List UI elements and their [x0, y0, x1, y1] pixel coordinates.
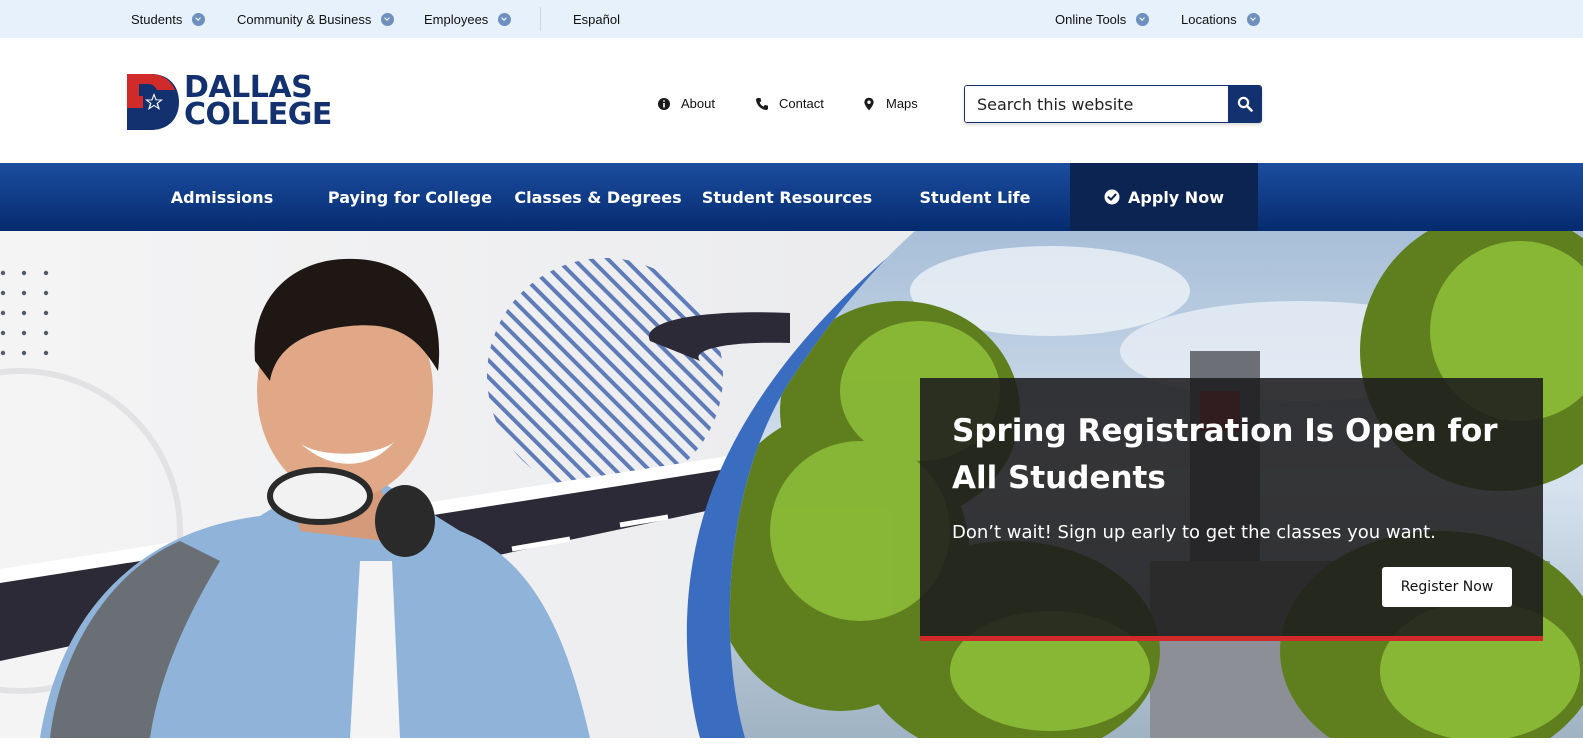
header-link-contact[interactable]: Contact [755, 96, 824, 111]
nav-item-label: Student Resources [701, 187, 873, 207]
utility-menu-community-business[interactable]: Community & Business [237, 0, 395, 38]
utility-menu-label: Locations [1181, 11, 1237, 27]
nav-item-label: Paying for College [327, 187, 493, 207]
page-bottom-strip [0, 738, 1583, 746]
hero-subtitle: Don’t wait! Sign up early to get the cla… [952, 522, 1436, 543]
language-label: Español [573, 11, 620, 27]
apply-now-button[interactable]: Apply Now [1070, 163, 1258, 231]
utility-menu-label: Community & Business [237, 11, 372, 27]
nav-item-label: Admissions [170, 187, 274, 207]
phone-icon [756, 97, 768, 110]
header-link-maps[interactable]: Maps [862, 96, 918, 111]
utility-divider [540, 7, 541, 31]
header-link-label: Contact [779, 96, 824, 111]
language-link-espanol[interactable]: Español [573, 0, 620, 38]
nav-item-label: Classes & Degrees [514, 187, 682, 207]
nav-item-student-life[interactable]: Student Life [904, 163, 1046, 231]
utility-bar: Students Community & Business Employees … [0, 0, 1583, 38]
utility-menu-label: Employees [424, 11, 489, 27]
utility-menu-students[interactable]: Students [131, 0, 206, 38]
site-search [964, 85, 1262, 123]
info-icon [658, 97, 670, 110]
logo-d-icon [127, 74, 179, 130]
nav-item-student-resources[interactable]: Student Resources [700, 163, 874, 231]
check-circle-icon [1104, 189, 1120, 205]
search-input[interactable] [965, 86, 1229, 122]
utility-menu-online-tools[interactable]: Online Tools [1055, 0, 1150, 38]
logo-wordmark: DALLAS COLLEGE [184, 73, 332, 132]
register-now-label: Register Now [1400, 579, 1494, 595]
utility-menu-locations[interactable]: Locations [1181, 0, 1260, 38]
nav-item-classes-degrees[interactable]: Classes & Degrees [514, 163, 682, 231]
nav-item-admissions[interactable]: Admissions [150, 163, 294, 231]
header-link-label: About [681, 96, 715, 111]
register-now-button[interactable]: Register Now [1382, 567, 1512, 607]
map-pin-icon [864, 97, 874, 110]
apply-now-label: Apply Now [1128, 187, 1224, 207]
dallas-college-logo[interactable]: DALLAS COLLEGE [127, 73, 347, 132]
chevron-down-icon [1246, 12, 1260, 26]
utility-menu-employees[interactable]: Employees [424, 0, 512, 38]
header-link-label: Maps [886, 96, 918, 111]
search-icon [1237, 96, 1253, 112]
header-link-about[interactable]: About [657, 96, 715, 111]
nav-item-paying-for-college[interactable]: Paying for College [322, 163, 498, 231]
utility-menu-label: Online Tools [1055, 11, 1127, 27]
site-header: DALLAS COLLEGE About Contact Maps [0, 38, 1583, 163]
hero-title: Spring Registration Is Open for All Stud… [952, 413, 1498, 496]
hero-banner: Spring Registration Is Open for All Stud… [0, 231, 1583, 738]
chevron-down-icon [381, 12, 395, 26]
utility-menu-label: Students [131, 11, 183, 27]
logo-line-2: COLLEGE [184, 97, 332, 132]
search-button[interactable] [1228, 86, 1261, 122]
main-navigation: Admissions Paying for College Classes & … [0, 163, 1583, 231]
nav-item-label: Student Life [919, 187, 1031, 207]
chevron-down-icon [192, 12, 206, 26]
hero-promo-card: Spring Registration Is Open for All Stud… [920, 378, 1543, 641]
chevron-down-icon [498, 12, 512, 26]
chevron-down-icon [1136, 12, 1150, 26]
